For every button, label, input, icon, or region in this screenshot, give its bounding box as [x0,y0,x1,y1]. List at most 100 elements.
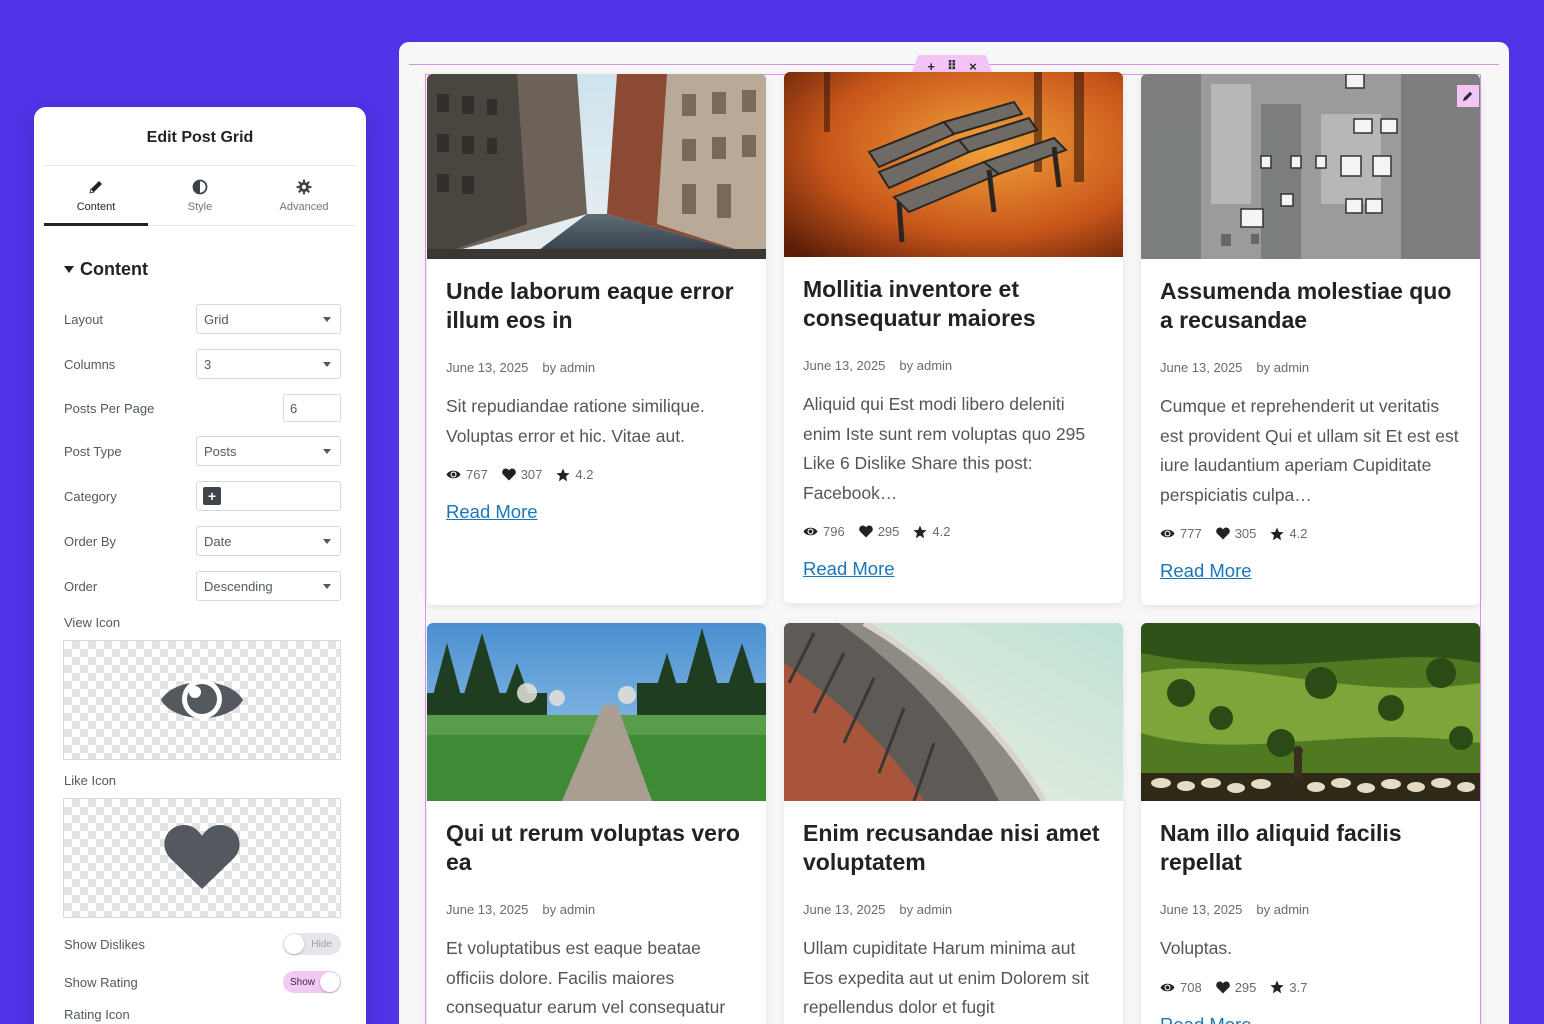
rating-value: 3.7 [1289,979,1308,995]
eye-icon [161,679,243,719]
eye-icon [1160,983,1175,991]
likes-stat[interactable]: 295 [1215,980,1256,995]
tab-advanced[interactable]: Advanced [252,166,356,225]
show-dislikes-toggle[interactable]: Hide [283,933,341,955]
order-by-select[interactable]: Date [196,526,341,556]
rating-stat: 4.2 [913,524,950,539]
post-title[interactable]: Nam illo aliquid facilis repellat [1160,819,1461,877]
post-type-label: Post Type [64,443,122,459]
posts-per-page-input[interactable]: 6 [283,394,341,422]
post-excerpt: Voluptas. [1160,938,1232,958]
category-label: Category [64,488,117,504]
post-card: Nam illo aliquid facilis repellat June 1… [1141,623,1480,1024]
tab-content[interactable]: Content [44,166,148,226]
order-select[interactable]: Descending [196,571,341,601]
post-title[interactable]: Mollitia inventore et consequatur maiore… [803,275,1104,333]
post-thumbnail[interactable] [427,623,766,801]
toggle-knob [284,934,304,954]
likes-stat[interactable]: 295 [858,524,899,539]
views-stat: 796 [803,524,845,539]
view-icon-picker[interactable] [63,640,341,760]
wall-image [1141,74,1480,259]
show-rating-toggle[interactable]: Show [283,971,341,993]
columns-select[interactable]: 3 [196,349,341,379]
add-icon[interactable]: + [203,487,221,505]
post-excerpt: Ullam cupiditate Harum minima aut Eos ex… [803,938,1089,1017]
post-card: Qui ut rerum voluptas vero ea June 13, 2… [427,623,766,1024]
post-date: June 13, 2025 [446,360,529,375]
post-title[interactable]: Assumenda molestiae quo a recusandae [1160,277,1461,335]
post-thumbnail[interactable] [427,74,766,259]
chevron-down-icon [323,448,331,454]
heart-icon [1215,527,1230,540]
views-stat: 767 [446,467,488,482]
heart-icon [501,468,516,481]
read-more-link[interactable]: Read More [446,501,538,523]
content-section-toggle[interactable]: Content [64,259,148,280]
post-title[interactable]: Unde laborum eaque error illum eos in [446,277,747,335]
order-value: Descending [204,578,273,594]
post-thumbnail[interactable] [1141,623,1480,801]
like-icon-picker[interactable] [63,798,341,918]
post-card: Enim recusandae nisi amet voluptatem Jun… [784,623,1123,1024]
order-by-control: Order By Date [64,526,341,556]
post-date: June 13, 2025 [446,902,529,917]
post-author[interactable]: by admin [1256,902,1309,917]
heart-icon [164,825,240,889]
heart-icon [1215,981,1230,993]
post-meta: June 13, 2025 by admin [446,360,747,375]
toggle-knob [320,972,340,992]
like-icon-label: Like Icon [64,773,117,788]
read-more-link[interactable]: Read More [803,558,895,580]
order-by-value: Date [204,533,232,549]
columns-label: Columns [64,356,116,372]
post-excerpt: Cumque et reprehenderit ut veritatis est… [1160,396,1459,505]
post-meta: June 13, 2025 by admin [803,358,1104,373]
post-meta: June 13, 2025 by admin [803,902,1104,917]
caret-down-icon [64,266,74,273]
preview-canvas: + ⠿ × Unde laborum eaque error illum eos… [399,42,1509,1024]
edit-panel: Edit Post Grid Content Style Advanced Co… [34,107,366,1024]
post-title[interactable]: Qui ut rerum voluptas vero ea [446,819,747,877]
chevron-down-icon [323,538,331,544]
post-meta: June 13, 2025 by admin [1160,360,1461,375]
post-type-select[interactable]: Posts [196,436,341,466]
post-title[interactable]: Enim recusandae nisi amet voluptatem [803,819,1104,877]
chevron-down-icon [323,361,331,367]
order-control: Order Descending [64,571,341,601]
show-rating-label: Show Rating [64,974,138,990]
category-input[interactable]: + [196,481,341,511]
layout-select[interactable]: Grid [196,304,341,334]
post-card: Mollitia inventore et consequatur maiore… [784,72,1123,603]
order-by-label: Order By [64,533,117,549]
views-count: 796 [823,524,845,539]
post-type-value: Posts [204,443,237,459]
read-more-link[interactable]: Read More [1160,560,1252,582]
views-stat: 777 [1160,526,1202,541]
read-more-link[interactable]: Read More [1160,1014,1252,1024]
section-title: Content [80,259,148,279]
layout-value: Grid [204,311,229,327]
arch-image [784,623,1123,801]
street-image [427,74,766,259]
views-stat: 708 [1160,980,1202,995]
post-thumbnail[interactable] [784,623,1123,801]
view-icon-label: View Icon [64,615,121,630]
likes-stat[interactable]: 305 [1215,526,1256,541]
post-author[interactable]: by admin [542,360,595,375]
likes-stat[interactable]: 307 [501,467,542,482]
post-author[interactable]: by admin [899,358,952,373]
post-author[interactable]: by admin [542,902,595,917]
posts-per-page-control: Posts Per Page 6 [64,393,341,423]
post-thumbnail[interactable] [1141,74,1480,259]
post-author[interactable]: by admin [1256,360,1309,375]
edit-widget-button[interactable] [1457,85,1479,107]
post-author[interactable]: by admin [899,902,952,917]
post-stats: 777 305 4.2 [1160,526,1461,541]
tab-style[interactable]: Style [148,166,252,225]
post-thumbnail[interactable] [784,72,1123,257]
toggle-text: Show [290,976,316,988]
post-date: June 13, 2025 [803,902,886,917]
views-count: 708 [1180,979,1202,995]
rating-stat: 4.2 [1270,526,1307,541]
